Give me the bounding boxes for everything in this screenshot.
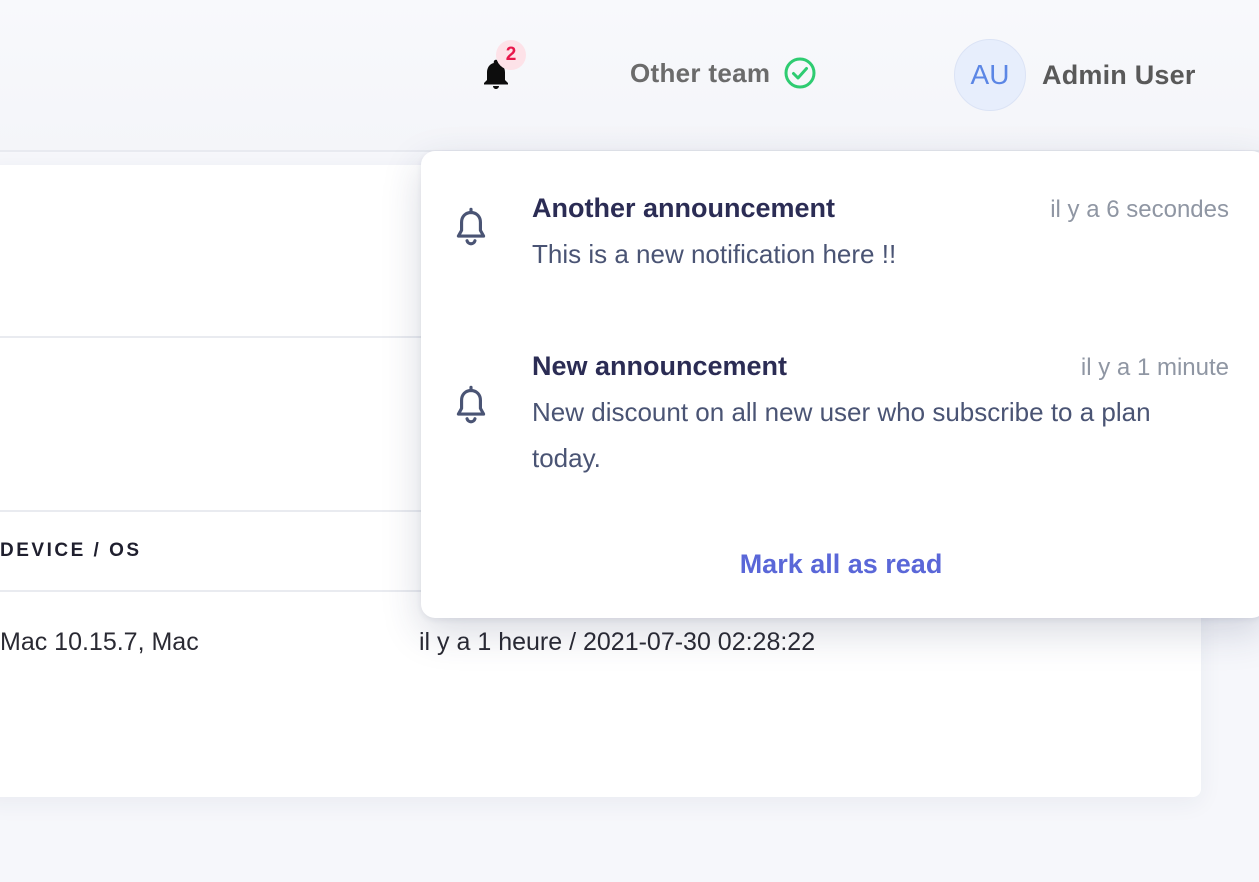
bell-outline-icon	[456, 385, 486, 424]
user-name: Admin User	[1042, 59, 1196, 90]
team-switcher[interactable]: Other team	[630, 54, 817, 92]
table-cell-last-activity: il y a 1 heure / 2021-07-30 02:28:22	[419, 628, 816, 656]
mark-all-read-button[interactable]: Mark all as read	[421, 549, 1259, 580]
notification-time: il y a 6 secondes	[1050, 196, 1229, 223]
bell-outline-icon	[456, 207, 486, 246]
column-header-device-os: DEVICE / OS	[0, 540, 142, 561]
team-name: Other team	[630, 57, 771, 88]
user-menu[interactable]: AU Admin User	[954, 39, 1196, 111]
top-header: 2 Other team AU Admin User	[0, 0, 1259, 152]
notification-body: New discount on all new user who subscri…	[532, 397, 1151, 473]
table-cell-device: Mac 10.15.7, Mac	[0, 628, 199, 656]
notification-item[interactable]: Another announcement il y a 6 secondes T…	[421, 191, 1259, 291]
notification-time: il y a 1 minute	[1080, 354, 1229, 381]
notification-title: Another announcement	[532, 193, 836, 223]
notification-count-badge: 2	[496, 40, 526, 70]
notification-body: This is a new notification here !!	[532, 239, 897, 269]
check-circle-icon	[784, 57, 816, 89]
notification-item[interactable]: New announcement il y a 1 minute New dis…	[421, 349, 1259, 489]
notifications-dropdown: Another announcement il y a 6 secondes T…	[421, 151, 1259, 618]
notification-title: New announcement	[532, 351, 788, 381]
avatar: AU	[954, 39, 1026, 111]
